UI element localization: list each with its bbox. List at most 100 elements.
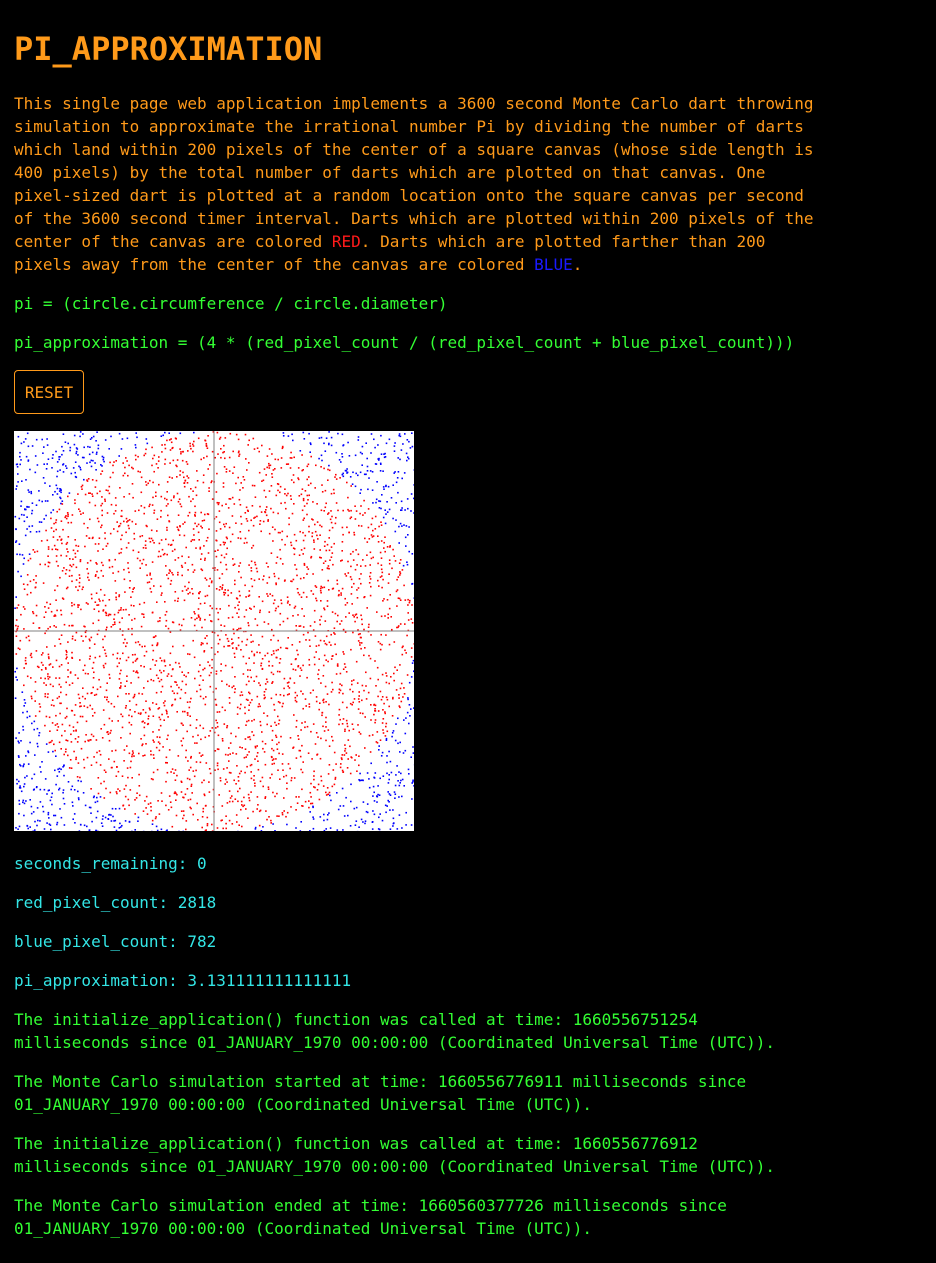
blue-dart-point — [300, 821, 302, 823]
red-dart-point — [279, 646, 282, 649]
blue-dart-point — [72, 805, 74, 807]
red-dart-point — [66, 707, 68, 710]
red-dart-point — [302, 626, 305, 628]
red-dart-point — [279, 548, 281, 551]
red-dart-point — [167, 734, 169, 737]
red-dart-point — [79, 510, 81, 513]
red-dart-point — [299, 755, 302, 758]
red-dart-point — [116, 665, 119, 668]
red-dart-point — [224, 541, 226, 544]
red-dart-point — [208, 490, 210, 492]
red-dart-point — [97, 543, 100, 545]
red-dart-point — [360, 647, 362, 650]
red-dart-point — [401, 569, 404, 571]
blue-dart-point — [341, 787, 344, 790]
red-dart-point — [343, 754, 346, 756]
red-dart-point — [245, 683, 248, 686]
blue-dart-point — [31, 509, 34, 512]
red-dart-point — [151, 446, 153, 449]
red-dart-point — [84, 625, 86, 628]
red-dart-point — [115, 592, 117, 594]
red-dart-point — [101, 737, 104, 739]
red-dart-point — [200, 511, 202, 514]
red-dart-point — [60, 748, 62, 750]
blue-dart-point — [351, 483, 354, 485]
blue-dart-point — [59, 456, 61, 458]
red-dart-point — [250, 771, 252, 773]
red-dart-point — [103, 649, 106, 651]
red-dart-point — [216, 764, 219, 767]
red-dart-point — [226, 725, 229, 727]
red-dart-point — [149, 708, 151, 711]
red-dart-point — [200, 558, 202, 560]
blue-dart-point — [387, 791, 389, 793]
blue-dart-point — [23, 802, 26, 805]
blue-dart-point — [392, 817, 395, 820]
red-dart-point — [387, 617, 389, 619]
red-dart-point — [372, 556, 374, 559]
red-dart-point — [215, 588, 218, 590]
red-dart-point — [263, 621, 266, 623]
red-dart-point — [149, 802, 152, 804]
blue-dart-point — [166, 829, 168, 831]
red-dart-point — [360, 614, 362, 617]
red-dart-point — [146, 813, 149, 815]
red-dart-point — [144, 711, 147, 714]
red-dart-point — [291, 512, 294, 515]
blue-dart-point — [22, 765, 24, 768]
red-dart-point — [105, 628, 107, 631]
red-dart-point — [215, 530, 218, 532]
red-dart-point — [179, 448, 181, 450]
red-dart-point — [406, 674, 409, 676]
blue-dart-point — [394, 793, 397, 795]
reset-button[interactable]: RESET — [14, 370, 84, 414]
red-dart-point — [302, 531, 304, 534]
red-dart-point — [205, 579, 208, 581]
red-dart-point — [310, 802, 312, 805]
red-dart-point — [164, 447, 167, 450]
red-dart-point — [282, 769, 284, 771]
blue-dart-point — [51, 792, 53, 795]
red-dart-point — [123, 496, 125, 498]
red-dart-point — [277, 723, 280, 725]
red-dart-point — [34, 700, 36, 702]
red-dart-point — [279, 670, 281, 673]
blue-dart-point — [95, 816, 98, 819]
blue-dart-point — [19, 553, 21, 556]
blue-dart-point — [96, 800, 99, 803]
red-dart-point — [303, 547, 306, 550]
red-dart-point — [311, 802, 314, 805]
red-dart-point — [238, 772, 241, 775]
red-dart-point — [95, 592, 98, 594]
red-dart-point — [199, 664, 201, 666]
red-dart-point — [272, 749, 275, 752]
red-dart-point — [159, 617, 161, 619]
red-dart-point — [263, 694, 266, 696]
red-dart-point — [384, 735, 387, 737]
red-dart-point — [379, 648, 382, 651]
red-dart-point — [374, 719, 377, 721]
red-dart-point — [47, 693, 49, 695]
red-dart-point — [325, 791, 327, 794]
red-dart-point — [346, 767, 349, 769]
red-dart-point — [174, 681, 176, 683]
blue-dart-point — [108, 448, 110, 450]
blue-dart-point — [398, 814, 401, 816]
red-dart-point — [245, 662, 247, 665]
red-dart-point — [312, 573, 314, 575]
red-dart-point — [274, 609, 277, 612]
red-dart-point — [138, 509, 140, 512]
red-dart-point — [201, 626, 203, 629]
red-dart-point — [166, 553, 168, 556]
red-dart-point — [292, 578, 295, 581]
red-dart-point — [238, 453, 241, 456]
red-dart-point — [206, 594, 209, 597]
red-dart-point — [42, 652, 44, 654]
red-dart-point — [344, 747, 347, 750]
red-dart-point — [300, 596, 303, 598]
red-dart-point — [278, 741, 280, 744]
red-dart-point — [271, 763, 274, 765]
red-dart-point — [290, 498, 292, 500]
red-dart-point — [62, 528, 64, 531]
red-dart-point — [55, 626, 57, 628]
